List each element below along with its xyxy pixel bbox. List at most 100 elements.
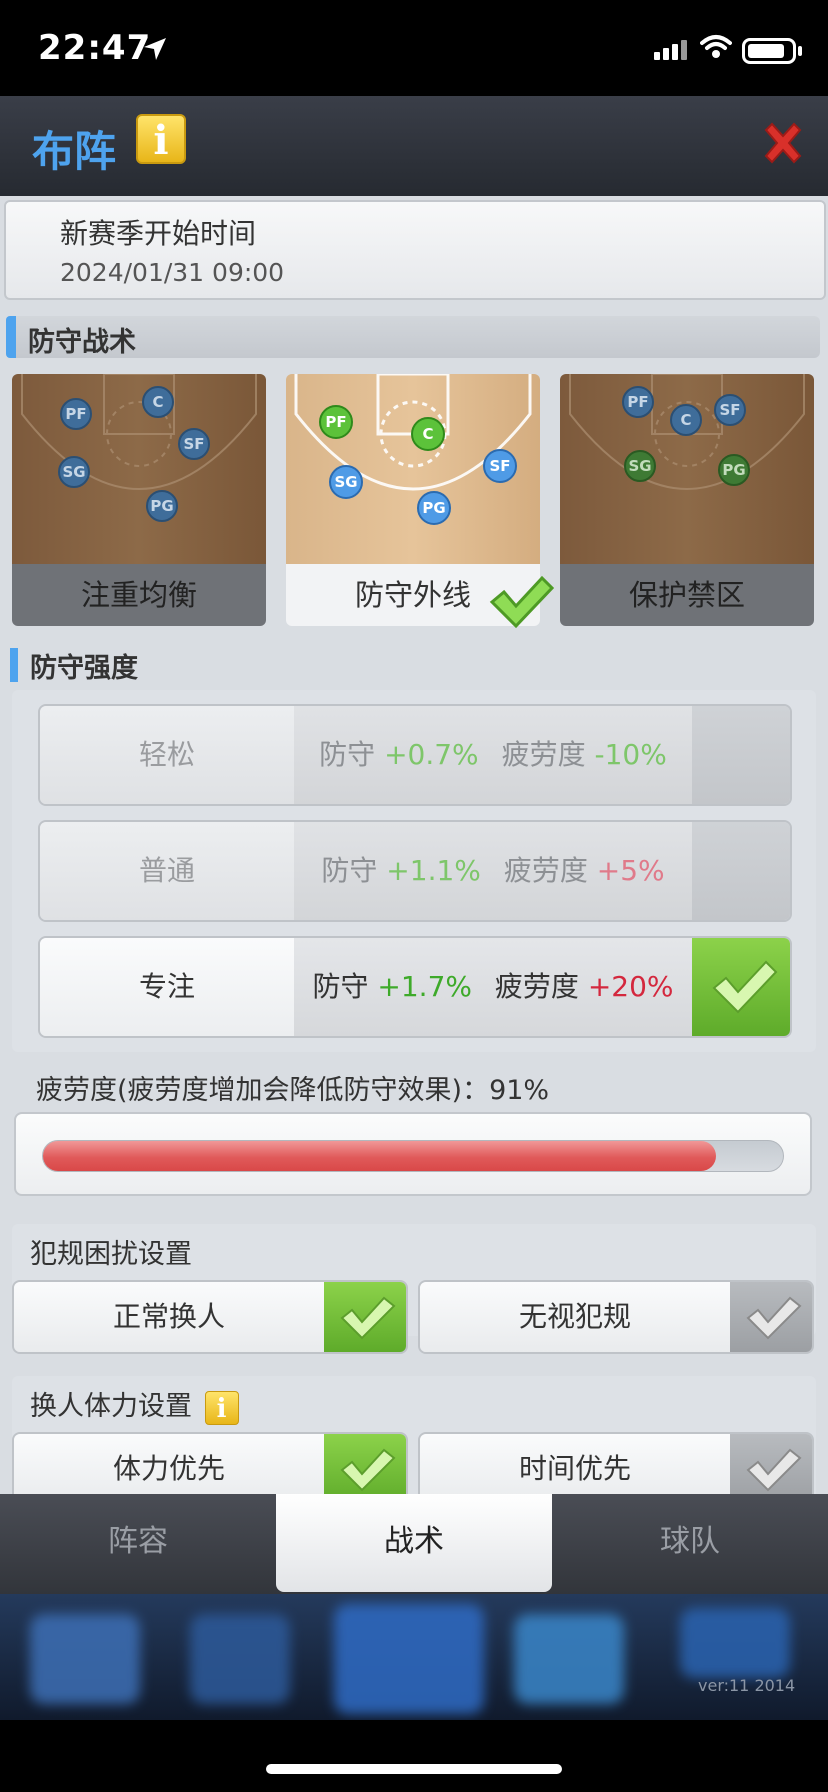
court-diagram: PF C SF SG PG bbox=[286, 374, 540, 564]
player-marker: PF bbox=[325, 413, 346, 431]
checkmark-icon bbox=[746, 1448, 802, 1492]
intensity-focus-row[interactable]: 专注 防守 +1.7% 疲劳度 +20% bbox=[38, 936, 792, 1038]
currency-icon bbox=[190, 1614, 290, 1704]
checkmark-icon bbox=[712, 960, 778, 1014]
checkmark-icon bbox=[340, 1448, 396, 1492]
stamina-settings-label: 换人体力设置 bbox=[30, 1391, 192, 1422]
time-priority-toggle[interactable]: 时间优先 bbox=[418, 1432, 814, 1496]
player-marker: PG bbox=[722, 461, 745, 479]
ignore-fouls-toggle[interactable]: 无视犯规 bbox=[418, 1280, 814, 1354]
game-nav-background: ver:11 2014 bbox=[0, 1594, 828, 1720]
checkbox[interactable] bbox=[324, 1282, 406, 1352]
battery-icon bbox=[742, 38, 802, 64]
select-box[interactable] bbox=[692, 706, 790, 804]
player-marker: PG bbox=[422, 499, 445, 517]
page-title: 布阵 bbox=[32, 127, 117, 176]
section-accent bbox=[10, 648, 18, 682]
intensity-effect: 防守 +0.7% 疲劳度 -10% bbox=[294, 706, 692, 804]
player-marker: C bbox=[680, 411, 691, 429]
fatigue-track bbox=[42, 1140, 784, 1172]
player-marker: PG bbox=[150, 497, 173, 515]
info-icon[interactable]: i bbox=[136, 114, 186, 164]
foul-settings-title: 犯规困扰设置 bbox=[30, 1239, 192, 1270]
player-marker: SG bbox=[334, 473, 357, 491]
fatigue-value: -10% bbox=[594, 738, 667, 771]
section-accent bbox=[6, 316, 16, 358]
checkmark-icon bbox=[489, 575, 554, 629]
intensity-name: 轻松 bbox=[40, 706, 294, 804]
checkbox[interactable] bbox=[730, 1282, 812, 1352]
player-marker: C bbox=[422, 425, 433, 443]
info-icon[interactable]: i bbox=[204, 1390, 239, 1425]
normal-substitution-toggle[interactable]: 正常换人 bbox=[12, 1280, 408, 1354]
defense-label: 防守 bbox=[319, 738, 376, 771]
player-marker: SF bbox=[489, 457, 510, 475]
checkbox[interactable] bbox=[730, 1434, 812, 1496]
checkmark-icon bbox=[746, 1296, 802, 1340]
defense-value: +0.7% bbox=[384, 738, 479, 771]
intensity-name: 普通 bbox=[40, 822, 294, 920]
cellular-signal-icon bbox=[654, 40, 687, 60]
court-icon bbox=[334, 1604, 484, 1714]
fatigue-description: 疲劳度(疲劳度增加会降低防守效果)：91% bbox=[36, 1075, 550, 1106]
tab-team[interactable]: 球队 bbox=[552, 1494, 828, 1594]
home-indicator bbox=[266, 1764, 562, 1774]
fatigue-label: 疲劳度 bbox=[501, 738, 586, 771]
checkbox[interactable] bbox=[324, 1434, 406, 1496]
player-marker: C bbox=[152, 393, 163, 411]
tactic-balanced[interactable]: PF C SF SG PG 注重均衡 bbox=[12, 374, 266, 626]
status-time: 22:47 bbox=[38, 28, 152, 68]
intensity-easy-row[interactable]: 轻松 防守 +0.7% 疲劳度 -10% bbox=[38, 704, 792, 806]
defense-value: +1.7% bbox=[377, 970, 472, 1003]
intensity-options: 轻松 防守 +0.7% 疲劳度 -10% 普通 防守 +1.1% 疲劳度 +5%… bbox=[12, 690, 816, 1052]
defense-label: 防守 bbox=[321, 854, 378, 887]
player-marker: PF bbox=[65, 405, 86, 423]
toggle-label: 正常换人 bbox=[14, 1282, 324, 1352]
select-box[interactable] bbox=[692, 938, 790, 1036]
select-box[interactable] bbox=[692, 822, 790, 920]
version-label: ver:11 2014 bbox=[698, 1676, 796, 1695]
close-icon[interactable] bbox=[758, 118, 808, 168]
star-icon bbox=[30, 1614, 140, 1704]
toggle-label: 时间优先 bbox=[420, 1434, 730, 1496]
status-bar: 22:47 bbox=[0, 0, 828, 96]
defense-intensity-title: 防守强度 bbox=[30, 653, 138, 684]
player-marker: SG bbox=[62, 463, 85, 481]
stamina-priority-toggle[interactable]: 体力优先 bbox=[12, 1432, 408, 1496]
fatigue-value: +5% bbox=[596, 854, 665, 887]
tactic-paint[interactable]: PF C SF SG PG 保护禁区 bbox=[560, 374, 814, 626]
season-info: 新赛季开始时间 2024/01/31 09:00 bbox=[4, 200, 826, 300]
tab-lineup[interactable]: 阵容 bbox=[0, 1494, 276, 1594]
season-label: 新赛季开始时间 bbox=[60, 217, 257, 250]
player-marker: SF bbox=[719, 401, 740, 419]
stamina-settings-title: 换人体力设置 i bbox=[30, 1384, 239, 1425]
fatigue-fill bbox=[43, 1141, 717, 1171]
fatigue-label: 疲劳度 bbox=[494, 970, 579, 1003]
bottom-tabs: 阵容 战术 球队 bbox=[0, 1494, 828, 1594]
chat-icon bbox=[514, 1614, 624, 1704]
defense-tactics-header: 防守战术 bbox=[6, 316, 820, 358]
checkmark-icon bbox=[340, 1296, 396, 1340]
wifi-icon bbox=[700, 35, 732, 58]
intensity-effect: 防守 +1.1% 疲劳度 +5% bbox=[294, 822, 692, 920]
intensity-effect: 防守 +1.7% 疲劳度 +20% bbox=[294, 938, 692, 1036]
intensity-name: 专注 bbox=[40, 938, 294, 1036]
defense-tactics-title: 防守战术 bbox=[28, 327, 136, 358]
court-diagram: PF C SF SG PG bbox=[12, 374, 266, 564]
tactic-label: 保护禁区 bbox=[560, 564, 814, 626]
chevron-down-icon bbox=[680, 1608, 790, 1678]
defense-label: 防守 bbox=[312, 970, 369, 1003]
header: 布阵 i bbox=[0, 96, 828, 196]
fatigue-value: +20% bbox=[587, 970, 674, 1003]
formation-panel: 新赛季开始时间 2024/01/31 09:00 防守战术 PF C SF SG… bbox=[0, 196, 828, 1496]
toggle-label: 无视犯规 bbox=[420, 1282, 730, 1352]
fatigue-label: 疲劳度 bbox=[503, 854, 588, 887]
player-marker: PF bbox=[627, 393, 648, 411]
intensity-normal-row[interactable]: 普通 防守 +1.1% 疲劳度 +5% bbox=[38, 820, 792, 922]
player-marker: SF bbox=[183, 435, 204, 453]
court-diagram: PF C SF SG PG bbox=[560, 374, 814, 564]
tactic-label: 注重均衡 bbox=[12, 564, 266, 626]
toggle-label: 体力优先 bbox=[14, 1434, 324, 1496]
tab-tactics[interactable]: 战术 bbox=[276, 1494, 552, 1592]
season-datetime: 2024/01/31 09:00 bbox=[60, 258, 285, 287]
